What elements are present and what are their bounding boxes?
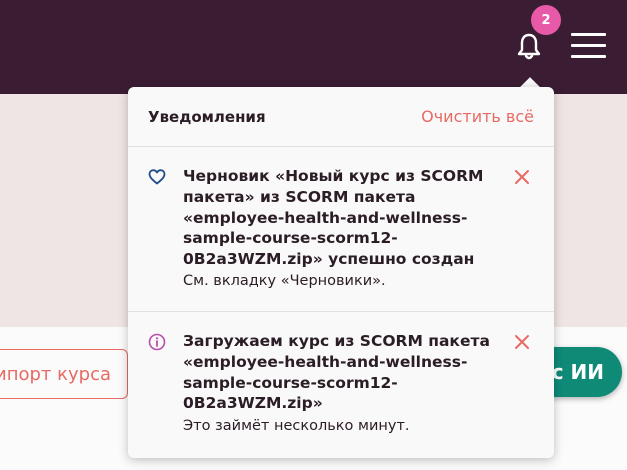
title-line: sample-course-scorm12- bbox=[183, 373, 398, 392]
notification-item: Черновик «Новый курс из SCORM пакета» из… bbox=[128, 147, 554, 311]
title-line: «employee-health-and-wellness- bbox=[183, 352, 468, 371]
import-course-button[interactable]: ипорт курса bbox=[0, 349, 128, 399]
notifications-panel: Уведомления Очистить всё Черновик «Новый… bbox=[128, 87, 554, 458]
clear-all-button[interactable]: Очистить всё bbox=[421, 107, 534, 126]
title-line: 0B2a3WZM.zip» успешно создан bbox=[183, 250, 475, 269]
close-icon[interactable] bbox=[514, 169, 530, 185]
info-icon bbox=[148, 333, 166, 351]
notification-item: Загружаем курс из SCORM пакета «employee… bbox=[128, 311, 554, 458]
panel-header: Уведомления Очистить всё bbox=[128, 87, 554, 147]
panel-title: Уведомления bbox=[148, 107, 266, 126]
title-line: «employee-health-and-wellness- bbox=[183, 208, 468, 227]
heart-icon bbox=[148, 168, 166, 186]
title-line: 0B2a3WZM.zip» bbox=[183, 394, 323, 413]
bell-icon[interactable] bbox=[514, 31, 544, 61]
hamburger-menu-icon[interactable] bbox=[571, 33, 606, 59]
title-line: пакета» из SCORM пакета bbox=[183, 187, 416, 206]
notification-body: Это займёт несколько минут. bbox=[183, 418, 410, 434]
notification-body: См. вкладку «Черновики». bbox=[183, 273, 386, 289]
close-icon[interactable] bbox=[514, 334, 530, 350]
title-line: Загружаем курс из SCORM пакета bbox=[183, 332, 490, 350]
title-line: sample-course-scorm12- bbox=[183, 229, 398, 248]
notification-title: Загружаем курс из SCORM пакета «employee… bbox=[183, 331, 503, 414]
title-line: Черновик «Новый курс из SCORM bbox=[183, 167, 484, 185]
notification-title: Черновик «Новый курс из SCORM пакета» из… bbox=[183, 166, 503, 270]
notification-badge: 2 bbox=[531, 5, 561, 35]
